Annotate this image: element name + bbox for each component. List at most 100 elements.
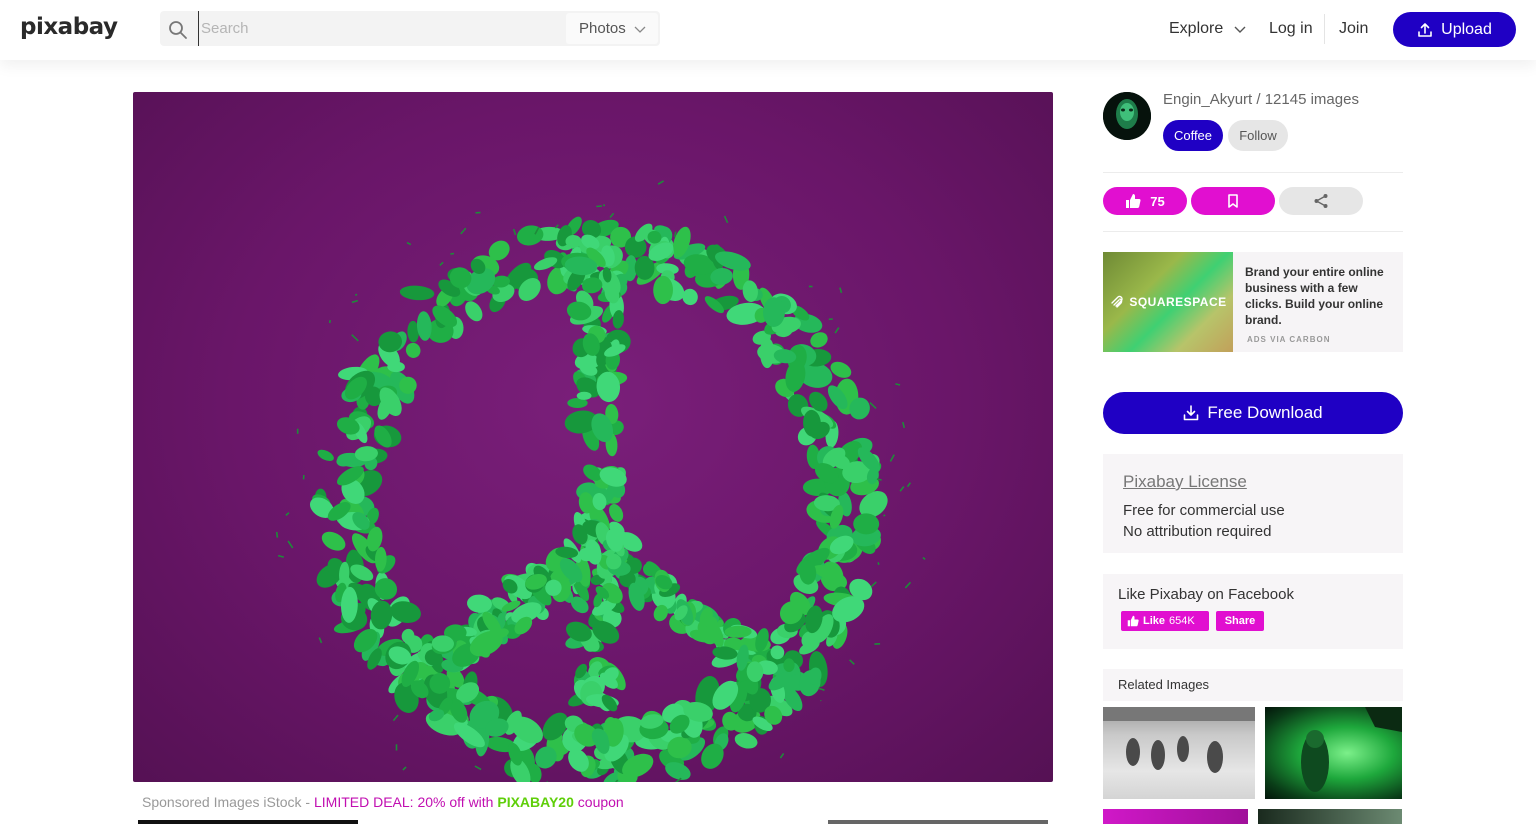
facebook-like-button[interactable]: Like 654K (1121, 611, 1209, 631)
carbon-ad[interactable]: SQUARESPACE Brand your entire online bus… (1103, 252, 1403, 352)
leaf-stem (351, 299, 359, 304)
squarespace-logo-icon (1111, 295, 1124, 308)
upload-button[interactable]: Upload (1393, 12, 1516, 47)
bookmark-button[interactable] (1191, 187, 1275, 215)
explore-label: Explore (1169, 20, 1224, 37)
author-avatar[interactable] (1103, 92, 1151, 140)
search-input[interactable] (198, 11, 564, 46)
free-download-button[interactable]: Free Download (1103, 392, 1403, 434)
coffee-button[interactable]: Coffee (1163, 120, 1223, 151)
pixabay-logo[interactable]: pixabay (20, 14, 118, 40)
leaf-stem (870, 581, 877, 588)
share-icon (1314, 194, 1328, 208)
related-image-thumbnail[interactable] (1103, 809, 1248, 824)
leaf-stem (406, 241, 412, 246)
sponsored-images-bar[interactable]: Sponsored Images iStock - LIMITED DEAL: … (142, 794, 624, 810)
ad-text[interactable]: Brand your entire online business with a… (1245, 264, 1397, 328)
upload-icon (1418, 22, 1432, 37)
leaf (609, 503, 624, 522)
facebook-like-label: Like (1143, 615, 1166, 627)
leaf-stem (460, 227, 467, 235)
license-attribution: No attribution required (1123, 523, 1272, 540)
leaf-stem (609, 212, 615, 219)
search-type-label: Photos (579, 20, 626, 37)
sponsored-thumbnail[interactable] (828, 820, 1048, 824)
leaf (399, 285, 435, 301)
leaf-stem (318, 637, 323, 644)
avatar-image (1103, 92, 1151, 140)
thumbs-up-icon (1126, 194, 1141, 208)
related-images-heading: Related Images (1103, 669, 1403, 701)
related-image-thumbnail[interactable] (1103, 707, 1255, 799)
search-type-dropdown[interactable]: Photos (566, 13, 658, 44)
sponsored-deal: LIMITED DEAL: 20% off with (313, 794, 498, 810)
leaf-stem (889, 454, 895, 462)
leaf-stem (839, 287, 843, 294)
ad-via-carbon[interactable]: ADS VIA CARBON (1247, 335, 1330, 344)
related-image-thumbnail[interactable] (1265, 707, 1402, 799)
nav-divider (1324, 14, 1325, 44)
leaf-stem (723, 215, 729, 224)
leaf-stem (899, 486, 905, 492)
leaf-stem (876, 478, 882, 481)
leaf-stem (895, 383, 901, 386)
main-photo[interactable] (133, 92, 1053, 782)
chevron-down-icon (634, 26, 646, 33)
leaf-stem (673, 231, 677, 238)
leaf-stem (275, 531, 279, 538)
leaf (734, 733, 758, 749)
divider (1103, 172, 1403, 173)
join-link[interactable]: Join (1339, 20, 1368, 38)
leaf-stem (834, 327, 840, 334)
ad-brand: SQUARESPACE (1129, 295, 1227, 309)
leaf-stem (392, 714, 399, 722)
license-link[interactable]: Pixabay License (1123, 472, 1383, 492)
like-count: 75 (1150, 193, 1165, 209)
facebook-share-button[interactable]: Share (1216, 611, 1264, 631)
share-button[interactable] (1279, 187, 1363, 215)
leaf-stem (287, 540, 294, 549)
leaf-stem (354, 293, 358, 296)
peace-sign-leaves-image (275, 180, 926, 782)
leaf-stem (351, 334, 359, 342)
leaf-stem (602, 204, 606, 207)
leaf-stem (328, 319, 331, 324)
leaf (517, 225, 544, 246)
leaf-stem (554, 224, 559, 229)
leaf-stem (512, 228, 517, 236)
download-icon (1184, 405, 1199, 421)
leaf (317, 449, 334, 462)
leaf-stem (869, 402, 877, 409)
sponsored-code: PIXABAY20 (497, 794, 574, 810)
upload-label: Upload (1441, 20, 1492, 38)
leaf-stem (596, 205, 602, 208)
leaf-stem (922, 556, 926, 561)
top-bar: pixabay Photos Explore Log in Join Uploa… (0, 0, 1536, 60)
related-image (1301, 707, 1402, 792)
leaf (405, 342, 421, 358)
facebook-box: Like Pixabay on Facebook Like 654K Share (1103, 574, 1403, 649)
login-link[interactable]: Log in (1269, 20, 1313, 38)
leaf-stem (402, 766, 407, 771)
leaf (465, 301, 483, 322)
search-icon[interactable] (168, 20, 188, 40)
leaf-stem (906, 482, 912, 488)
leaf (783, 658, 795, 673)
follow-button[interactable]: Follow (1228, 120, 1288, 151)
related-image-thumbnail[interactable] (1258, 809, 1402, 824)
sponsored-prefix: Sponsored Images iStock - (142, 794, 314, 810)
leaf-stem (439, 261, 444, 266)
ad-image[interactable]: SQUARESPACE (1103, 252, 1233, 352)
leaf-stem (902, 421, 906, 429)
leaf-stem (779, 752, 785, 759)
author-name-and-count[interactable]: Engin_Akyurt / 12145 images (1163, 91, 1359, 108)
leaf-stem (450, 252, 455, 255)
explore-menu[interactable]: Explore (1169, 20, 1247, 38)
related-image (1103, 707, 1255, 773)
download-label: Free Download (1207, 403, 1323, 422)
license-box: Pixabay License Free for commercial use … (1103, 454, 1403, 553)
sponsored-thumbnail[interactable] (138, 820, 358, 824)
like-button[interactable]: 75 (1103, 187, 1187, 215)
leaf-stem (277, 554, 285, 558)
leaf-stem (877, 562, 880, 565)
